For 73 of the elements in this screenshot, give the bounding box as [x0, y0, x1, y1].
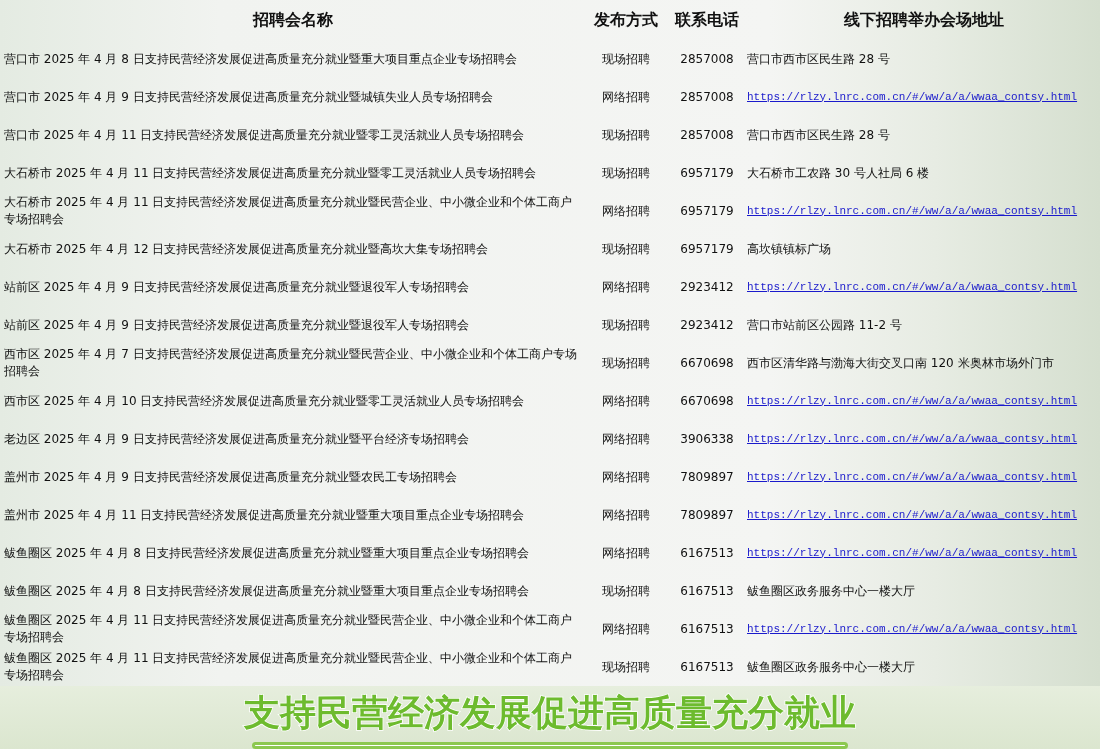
table-cell: 6957179: [680, 164, 734, 182]
table-cell: 6167513: [680, 658, 734, 676]
table-cell: 现场招聘: [602, 316, 650, 334]
table-cell: 网络招聘: [602, 620, 650, 638]
table-cell-text: 大石桥市 2025 年 4 月 11 日支持民营经济发展促进高质量充分就业暨民营企业、中小微企业和个体工商户专场招聘会: [4, 194, 574, 228]
table-cell: 营口市 2025 年 4 月 8 日支持民营经济发展促进高质量充分就业暨重大项目重点企业专场招聘会: [4, 50, 517, 68]
table-cell: 鲅鱼圈区政务服务中心一楼大厅: [747, 658, 915, 676]
table-cell: 老边区 2025 年 4 月 9 日支持民营经济发展促进高质量充分就业暨平台经济专场招聘会: [4, 430, 469, 448]
table-cell: 2923412: [680, 316, 734, 334]
table-cell: 6670698: [680, 354, 734, 372]
table-cell: 6167513: [680, 620, 734, 638]
table-cell-text: 鲅鱼圈区 2025 年 4 月 11 日支持民营经济发展促进高质量充分就业暨民营企业、中小微企业和个体工商户专场招聘会: [4, 612, 574, 646]
table-cell: 3906338: [680, 430, 734, 448]
table-cell: 6957179: [680, 240, 734, 258]
table-cell: 营口市 2025 年 4 月 11 日支持民营经济发展促进高质量充分就业暨零工灵活就业人员专场招聘会: [4, 126, 525, 144]
table-cell: 盖州市 2025 年 4 月 9 日支持民营经济发展促进高质量充分就业暨农民工专场招聘会: [4, 468, 457, 486]
table-cell: 现场招聘: [602, 164, 650, 182]
table-cell: 大石桥市 2025 年 4 月 11 日支持民营经济发展促进高质量充分就业暨零工灵活就业人员专场招聘会: [4, 164, 537, 182]
table-cell: 营口市站前区公园路 11-2 号: [747, 316, 902, 334]
address-link[interactable]: https://rlzy.lnrc.com.cn/#/ww/a/a/wwaa_contsy.html: [747, 620, 1078, 638]
table-cell: 营口市西市区民生路 28 号: [747, 126, 890, 144]
table-cell: 网络招聘: [602, 202, 650, 220]
table-cell: 站前区 2025 年 4 月 9 日支持民营经济发展促进高质量充分就业暨退役军人专场招聘会: [4, 278, 469, 296]
table-cell: 网络招聘: [602, 278, 650, 296]
address-link[interactable]: https://rlzy.lnrc.com.cn/#/ww/a/a/wwaa_contsy.html: [747, 392, 1078, 410]
table-cell: 西市区 2025 年 4 月 7 日支持民营经济发展促进高质量充分就业暨民营企业、中小微企业和个体工商户专场招聘会: [4, 346, 577, 380]
table-cell: 网络招聘: [602, 506, 650, 524]
table-cell: 鲅鱼圈区 2025 年 4 月 8 日支持民营经济发展促进高质量充分就业暨重大项目重点企业专场招聘会: [4, 544, 529, 562]
table-cell: 营口市西市区民生路 28 号: [747, 50, 890, 68]
table-cell: 高坎镇镇标广场: [747, 240, 831, 258]
table-cell: 2857008: [680, 126, 734, 144]
table-cell: 西市区清华路与渤海大街交叉口南 120 米奥林市场外门市: [747, 354, 1054, 372]
table-cell: 现场招聘: [602, 126, 650, 144]
column-header: 招聘会名称: [251, 8, 334, 31]
banner-title: 支持民营经济发展促进高质量充分就业: [243, 691, 857, 735]
table-cell: 网络招聘: [602, 392, 650, 410]
table-cell-text: 鲅鱼圈区 2025 年 4 月 11 日支持民营经济发展促进高质量充分就业暨民营企业、中小微企业和个体工商户专场招聘会: [4, 650, 574, 684]
table-cell: 6167513: [680, 544, 734, 562]
table-cell: 2857008: [680, 88, 734, 106]
table-cell: 鲅鱼圈区 2025 年 4 月 8 日支持民营经济发展促进高质量充分就业暨重大项目重点企业专场招聘会: [4, 582, 529, 600]
table-cell: 现场招聘: [602, 582, 650, 600]
table-cell: 盖州市 2025 年 4 月 11 日支持民营经济发展促进高质量充分就业暨重大项目重点企业专场招聘会: [4, 506, 525, 524]
table-cell: 网络招聘: [602, 430, 650, 448]
table-cell: 网络招聘: [602, 88, 650, 106]
table-cell: 现场招聘: [602, 658, 650, 676]
table-cell: 7809897: [680, 468, 734, 486]
table-cell: 鲅鱼圈区政务服务中心一楼大厅: [747, 582, 915, 600]
table-cell: 现场招聘: [602, 240, 650, 258]
table-cell: 6957179: [680, 202, 734, 220]
table-cell: 6167513: [680, 582, 734, 600]
address-link[interactable]: https://rlzy.lnrc.com.cn/#/ww/a/a/wwaa_contsy.html: [747, 430, 1078, 448]
table-cell: 2923412: [680, 278, 734, 296]
column-header: 线下招聘举办会场地址: [842, 8, 1005, 31]
address-link[interactable]: https://rlzy.lnrc.com.cn/#/ww/a/a/wwaa_contsy.html: [747, 544, 1078, 562]
table-cell: 现场招聘: [602, 354, 650, 372]
address-link[interactable]: https://rlzy.lnrc.com.cn/#/ww/a/a/wwaa_contsy.html: [747, 468, 1078, 486]
table-cell: 大石桥市工农路 30 号人社局 6 楼: [747, 164, 930, 182]
address-link[interactable]: https://rlzy.lnrc.com.cn/#/ww/a/a/wwaa_contsy.html: [747, 278, 1078, 296]
table-cell: 网络招聘: [602, 544, 650, 562]
address-link[interactable]: https://rlzy.lnrc.com.cn/#/ww/a/a/wwaa_contsy.html: [747, 88, 1078, 106]
table-cell: 营口市 2025 年 4 月 9 日支持民营经济发展促进高质量充分就业暨城镇失业人员专场招聘会: [4, 88, 493, 106]
table-cell: 西市区 2025 年 4 月 10 日支持民营经济发展促进高质量充分就业暨零工灵活就业人员专场招聘会: [4, 392, 525, 410]
table-cell: 大石桥市 2025 年 4 月 12 日支持民营经济发展促进高质量充分就业暨高坎大集专场招聘会: [4, 240, 489, 258]
address-link[interactable]: https://rlzy.lnrc.com.cn/#/ww/a/a/wwaa_contsy.html: [747, 506, 1078, 524]
address-link[interactable]: https://rlzy.lnrc.com.cn/#/ww/a/a/wwaa_contsy.html: [747, 202, 1078, 220]
table-cell: 6670698: [680, 392, 734, 410]
table-cell: 站前区 2025 年 4 月 9 日支持民营经济发展促进高质量充分就业暨退役军人专场招聘会: [4, 316, 469, 334]
table-cell: 现场招聘: [602, 50, 650, 68]
table-cell: 7809897: [680, 506, 734, 524]
table-cell: 2857008: [680, 50, 734, 68]
column-header: 发布方式: [593, 8, 659, 31]
column-header: 联系电话: [674, 8, 740, 31]
table-cell: 网络招聘: [602, 468, 650, 486]
